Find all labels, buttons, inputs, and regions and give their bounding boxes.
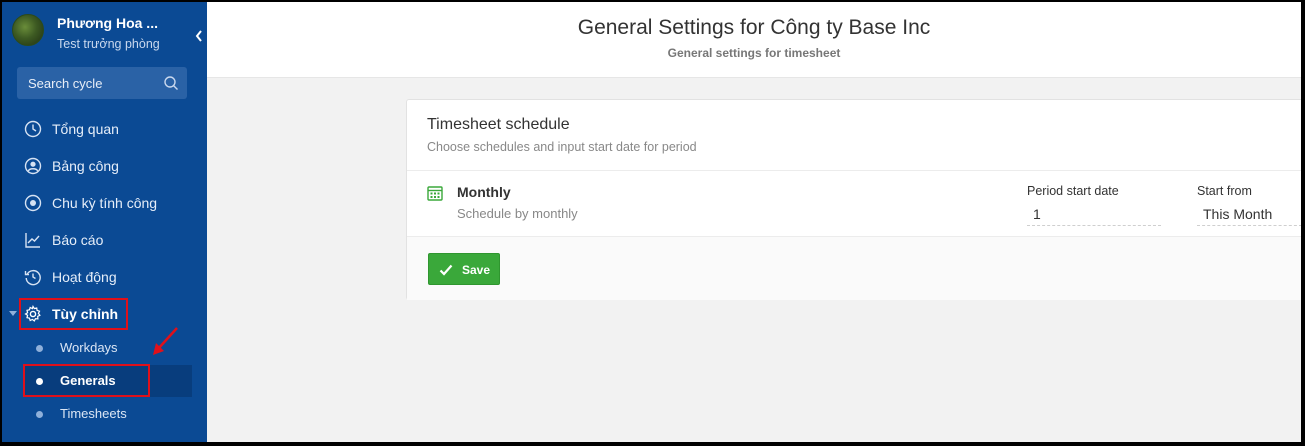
target-icon xyxy=(24,194,42,212)
nav-item-label: Hoạt động xyxy=(52,269,117,285)
highlight-box-generals xyxy=(23,364,150,397)
bullet-icon xyxy=(36,411,43,418)
save-button[interactable]: Save xyxy=(428,253,500,285)
card-subtitle: Choose schedules and input start date fo… xyxy=(427,140,697,154)
card-footer: Save xyxy=(407,237,1301,300)
sidebar: Phương Hoa ... Test trưởng phòng Tổng qu… xyxy=(2,2,207,442)
start-from-select[interactable]: This Month xyxy=(1197,202,1301,226)
card-title: Timesheet schedule xyxy=(427,116,570,133)
user-name: Phương Hoa ... xyxy=(57,15,158,31)
divider xyxy=(407,170,1301,171)
search-input[interactable] xyxy=(17,67,157,99)
nav-item-label: Bảng công xyxy=(52,158,119,174)
nav-item-label: Tổng quan xyxy=(52,121,119,137)
history-icon xyxy=(24,269,41,286)
search-box xyxy=(17,67,187,99)
bullet-icon xyxy=(36,345,43,352)
sub-item-label: Timesheets xyxy=(60,406,127,421)
clock-icon xyxy=(24,120,42,138)
page-header: General Settings for Công ty Base Inc Ge… xyxy=(207,2,1301,78)
start-from-label: Start from xyxy=(1197,184,1252,198)
nav-item-bang-cong[interactable]: Bảng công xyxy=(2,149,207,183)
user-profile[interactable]: Phương Hoa ... Test trưởng phòng xyxy=(12,14,202,54)
period-start-label: Period start date xyxy=(1027,184,1119,198)
timesheet-schedule-card: Timesheet schedule Choose schedules and … xyxy=(406,99,1301,300)
nav-item-bao-cao[interactable]: Báo cáo xyxy=(2,223,207,257)
period-start-input[interactable]: 1 xyxy=(1027,202,1161,226)
highlight-box-tuy-chinh xyxy=(19,298,128,330)
page-title: General Settings for Công ty Base Inc xyxy=(577,16,931,39)
schedule-description: Schedule by monthly xyxy=(457,206,578,221)
sub-item-label: Workdays xyxy=(60,340,118,355)
check-icon xyxy=(439,264,453,276)
chart-line-icon xyxy=(25,233,40,248)
nav-item-hoat-dong[interactable]: Hoạt động xyxy=(2,260,207,294)
user-circle-icon xyxy=(24,157,42,175)
save-button-label: Save xyxy=(462,263,491,277)
avatar xyxy=(12,14,44,46)
nav-item-tong-quan[interactable]: Tổng quan xyxy=(2,112,207,146)
user-role: Test trưởng phòng xyxy=(57,37,160,51)
app-window: Phương Hoa ... Test trưởng phòng Tổng qu… xyxy=(2,2,1301,442)
calendar-icon xyxy=(427,186,443,201)
sub-item-timesheets[interactable]: Timesheets xyxy=(24,398,192,430)
page-subtitle: General settings for timesheet xyxy=(667,46,841,60)
nav-item-label: Chu kỳ tính công xyxy=(52,195,158,211)
nav-item-chu-ky-tinh-cong[interactable]: Chu kỳ tính công xyxy=(2,186,207,220)
caret-down-icon xyxy=(9,311,17,316)
schedule-title: Monthly xyxy=(457,184,511,200)
search-icon[interactable] xyxy=(163,75,179,91)
chevron-left-icon[interactable] xyxy=(195,30,205,42)
annotation-arrow-icon xyxy=(153,327,178,355)
nav-item-label: Báo cáo xyxy=(52,232,104,248)
